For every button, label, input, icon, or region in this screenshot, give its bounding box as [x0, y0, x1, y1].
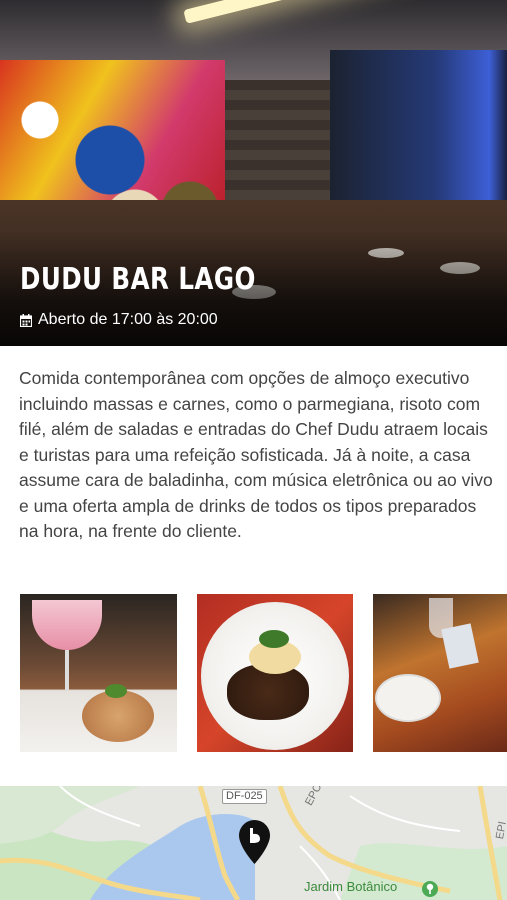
- map-pin-icon[interactable]: [239, 820, 270, 864]
- table-plate: [375, 674, 441, 722]
- napkin-holder: [441, 623, 479, 669]
- venue-description: Comida contemporânea com opções de almoç…: [19, 368, 493, 541]
- herb-garnish: [259, 630, 289, 648]
- photo-gallery[interactable]: [0, 594, 507, 752]
- gallery-photo-drink-and-rice[interactable]: [20, 594, 177, 752]
- opening-hours-text: Aberto de 17:00 às 20:00: [38, 311, 218, 328]
- road-label-edge: EPI: [494, 820, 507, 841]
- road-label-df025: DF-025: [222, 789, 267, 804]
- place-label-jardim-botanico: Jardim Botânico: [304, 879, 398, 894]
- venue-title: DUDU BAR LAGO: [20, 262, 256, 297]
- gallery-photo-table-setting[interactable]: [373, 594, 507, 752]
- herb-garnish: [105, 684, 127, 698]
- hero-banner: DUDU BAR LAGO Aberto de 17:00 às 20:00: [0, 0, 507, 346]
- opening-hours: Aberto de 17:00 às 20:00: [20, 311, 218, 329]
- gallery-photo-meat-and-puree[interactable]: [197, 594, 353, 752]
- cocktail-glass: [32, 600, 102, 650]
- glass-stem: [65, 650, 69, 690]
- calendar-icon: [20, 313, 32, 327]
- park-icon: [422, 881, 438, 897]
